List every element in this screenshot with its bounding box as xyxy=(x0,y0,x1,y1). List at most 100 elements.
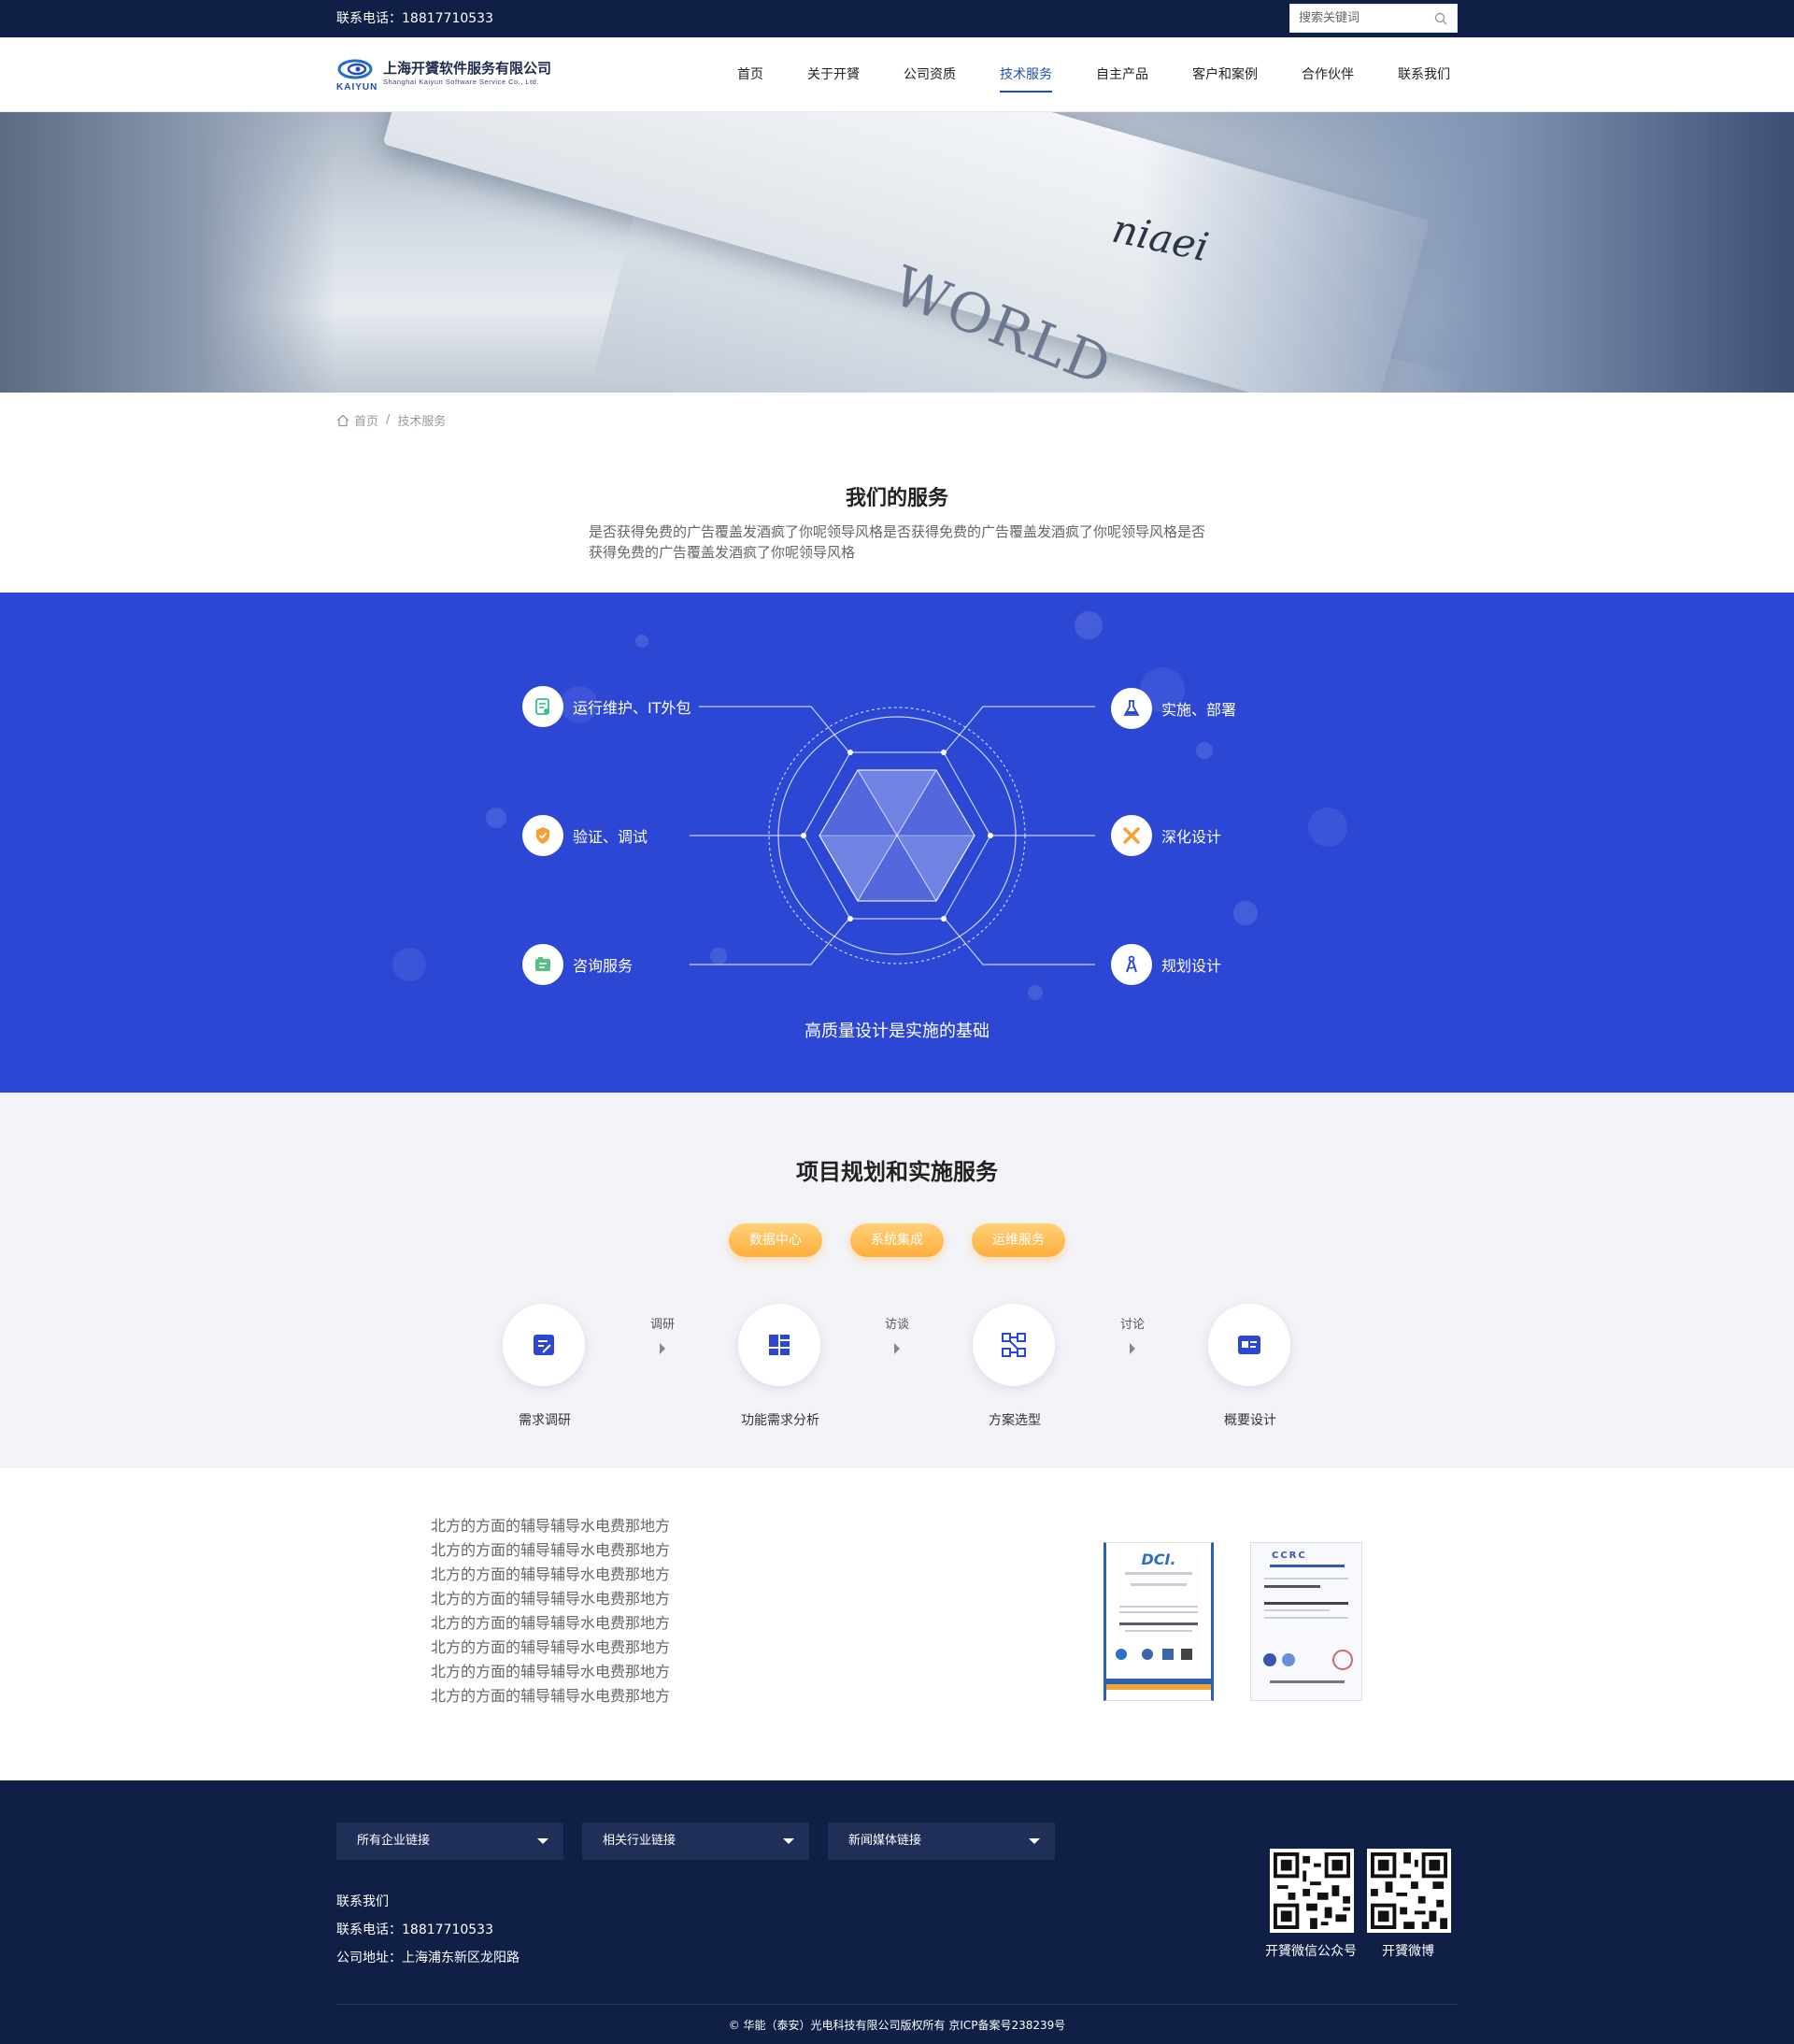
service-label: 规划设计 xyxy=(1161,957,1222,975)
service-label: 实施、部署 xyxy=(1161,701,1237,719)
certificate-ccrc[interactable]: CCRC xyxy=(1250,1542,1362,1701)
footer-divider xyxy=(336,2004,1458,2005)
shield-check-icon xyxy=(522,815,563,856)
info-line: 北方的方面的辅导辅导水电费那地方 xyxy=(431,1638,671,1656)
logo-wordmark: KAIYUN xyxy=(336,82,378,93)
main-nav: 首页 关于开贇 公司资质 技术服务 自主产品 客户和案例 合作伙伴 联系我们 xyxy=(693,37,1450,112)
select-value: 新闻媒体链接 xyxy=(848,1834,922,1848)
copyright: © 华能（泰安）光电科技有限公司版权所有 京ICP备案号238239号 xyxy=(728,2019,1066,2032)
nav-home[interactable]: 首页 xyxy=(737,37,763,112)
select-industry-links[interactable]: 相关行业链接 xyxy=(582,1822,809,1860)
breadcrumb-current: 技术服务 xyxy=(397,415,447,429)
info-text-list: 北方的方面的辅导辅导水电费那地方 北方的方面的辅导辅导水电费那地方 北方的方面的… xyxy=(431,1514,670,1708)
consulting-icon xyxy=(522,944,563,985)
info-line: 北方的方面的辅导辅导水电费那地方 xyxy=(431,1541,671,1559)
service-label: 咨询服务 xyxy=(573,957,634,975)
service-label: 验证、调试 xyxy=(573,828,648,846)
services-description: 是否获得免费的广告覆盖发酒疯了你呢领导风格是否获得免费的广告覆盖发酒疯了你呢领导… xyxy=(589,523,1206,561)
service-planning-design[interactable]: 规划设计 xyxy=(1111,944,1221,985)
site-footer: 所有企业链接 相关行业链接 新闻媒体链接 联系我们 联系电话：188177105… xyxy=(0,1780,1794,2044)
tab-operations[interactable]: 运维服务 xyxy=(972,1223,1065,1257)
step-solution-selection[interactable]: 方案选型 xyxy=(973,1304,1057,1429)
swirl-logo-icon xyxy=(337,59,373,79)
select-value: 所有企业链接 xyxy=(357,1834,431,1848)
top-phone: 联系电话：18817710533 xyxy=(336,11,493,26)
step-arrow-discussion: 讨论 xyxy=(1104,1314,1160,1354)
home-icon[interactable] xyxy=(336,414,349,427)
project-title: 项目规划和实施服务 xyxy=(796,1159,998,1185)
service-deployment[interactable]: 实施、部署 xyxy=(1111,688,1236,729)
search-box[interactable]: 搜索关键词 xyxy=(1289,4,1458,33)
caret-down-icon xyxy=(1029,1838,1040,1844)
step-arrow-interview: 访谈 xyxy=(869,1314,925,1354)
info-line: 北方的方面的辅导辅导水电费那地方 xyxy=(431,1590,671,1608)
service-label: 深化设计 xyxy=(1161,828,1222,846)
step-overview-design[interactable]: 概要设计 xyxy=(1208,1304,1292,1429)
breadcrumb-separator: / xyxy=(386,413,391,427)
step-function-analysis[interactable]: 功能需求分析 xyxy=(738,1304,822,1429)
grid-blocks-icon xyxy=(738,1304,820,1386)
step-label: 方案选型 xyxy=(989,1413,1041,1428)
weibo-qr-code xyxy=(1367,1849,1451,1933)
info-line: 北方的方面的辅导辅导水电费那地方 xyxy=(431,1663,671,1680)
top-bar: 联系电话：18817710533 搜索关键词 xyxy=(0,0,1794,37)
step-label: 需求调研 xyxy=(519,1413,571,1428)
nav-partners[interactable]: 合作伙伴 xyxy=(1302,37,1354,112)
tab-system-integration[interactable]: 系统集成 xyxy=(850,1223,944,1257)
select-media-links[interactable]: 新闻媒体链接 xyxy=(828,1822,1055,1860)
step-requirements[interactable]: 需求调研 xyxy=(503,1304,587,1429)
site-header: KAIYUN 上海开贇软件服务有限公司 Shanghai Kaiyun Soft… xyxy=(0,37,1794,112)
nav-products[interactable]: 自主产品 xyxy=(1096,37,1148,112)
qr-code-icon xyxy=(1371,1852,1447,1929)
id-card-icon xyxy=(1208,1304,1290,1386)
select-value: 相关行业链接 xyxy=(603,1834,676,1848)
hero-banner: WORLD niaei xyxy=(0,112,1794,393)
tools-cross-icon xyxy=(1111,815,1152,856)
wechat-qr-code xyxy=(1270,1849,1354,1933)
nav-about[interactable]: 关于开贇 xyxy=(807,37,860,112)
step-arrow-research: 调研 xyxy=(634,1314,691,1354)
cert-title: CCRC xyxy=(1272,1551,1307,1561)
weibo-qr-label: 开贇微博 xyxy=(1382,1944,1434,1959)
banner-shade-right xyxy=(1140,112,1794,393)
flask-icon xyxy=(1111,688,1152,729)
wechat-qr-label: 开贇微信公众号 xyxy=(1265,1944,1357,1959)
service-label: 运行维护、IT外包 xyxy=(573,699,691,717)
search-input[interactable]: 搜索关键词 xyxy=(1299,5,1360,33)
breadcrumb: 首页 / 技术服务 xyxy=(0,393,1794,449)
nav-qualification[interactable]: 公司资质 xyxy=(904,37,956,112)
arrow-right-icon xyxy=(894,1343,900,1354)
document-icon xyxy=(522,686,563,727)
services-tagline: 高质量设计是实施的基础 xyxy=(804,1022,990,1041)
edit-document-icon xyxy=(503,1304,585,1386)
nav-contact[interactable]: 联系我们 xyxy=(1398,37,1450,112)
select-enterprise-links[interactable]: 所有企业链接 xyxy=(336,1822,563,1860)
certificate-dci[interactable]: DCI. xyxy=(1103,1542,1214,1701)
service-verification[interactable]: 验证、调试 xyxy=(522,815,648,856)
search-icon[interactable] xyxy=(1434,12,1447,25)
caret-down-icon xyxy=(783,1838,794,1844)
service-detail-design[interactable]: 深化设计 xyxy=(1111,815,1221,856)
banner-shade-left xyxy=(0,112,336,393)
nav-cases[interactable]: 客户和案例 xyxy=(1192,37,1258,112)
footer-contact: 联系我们 联系电话：18817710533 公司地址：上海浦东新区龙阳路 xyxy=(336,1888,520,1972)
info-line: 北方的方面的辅导辅导水电费那地方 xyxy=(431,1517,671,1535)
arrow-right-icon xyxy=(1130,1343,1135,1354)
footer-address: 公司地址：上海浦东新区龙阳路 xyxy=(336,1951,520,1965)
tab-data-center[interactable]: 数据中心 xyxy=(729,1223,822,1257)
company-name-en: Shanghai Kaiyun Software Service Co., Lt… xyxy=(383,78,539,86)
service-consulting[interactable]: 咨询服务 xyxy=(522,944,633,985)
breadcrumb-home[interactable]: 首页 xyxy=(354,411,378,429)
info-line: 北方的方面的辅导辅导水电费那地方 xyxy=(431,1614,671,1632)
caret-down-icon xyxy=(537,1838,548,1844)
company-name-cn: 上海开贇软件服务有限公司 xyxy=(383,60,552,77)
arrow-label: 调研 xyxy=(649,1318,675,1332)
company-logo[interactable]: KAIYUN 上海开贇软件服务有限公司 Shanghai Kaiyun Soft… xyxy=(336,58,579,95)
info-line: 北方的方面的辅导辅导水电费那地方 xyxy=(431,1565,671,1583)
info-line: 北方的方面的辅导辅导水电费那地方 xyxy=(431,1687,671,1705)
compass-icon xyxy=(1111,944,1152,985)
nav-tech-service[interactable]: 技术服务 xyxy=(1000,37,1052,112)
footer-contact-title: 联系我们 xyxy=(336,1894,389,1909)
network-nodes-icon xyxy=(973,1304,1055,1386)
service-it-outsourcing[interactable]: 运行维护、IT外包 xyxy=(522,686,691,727)
